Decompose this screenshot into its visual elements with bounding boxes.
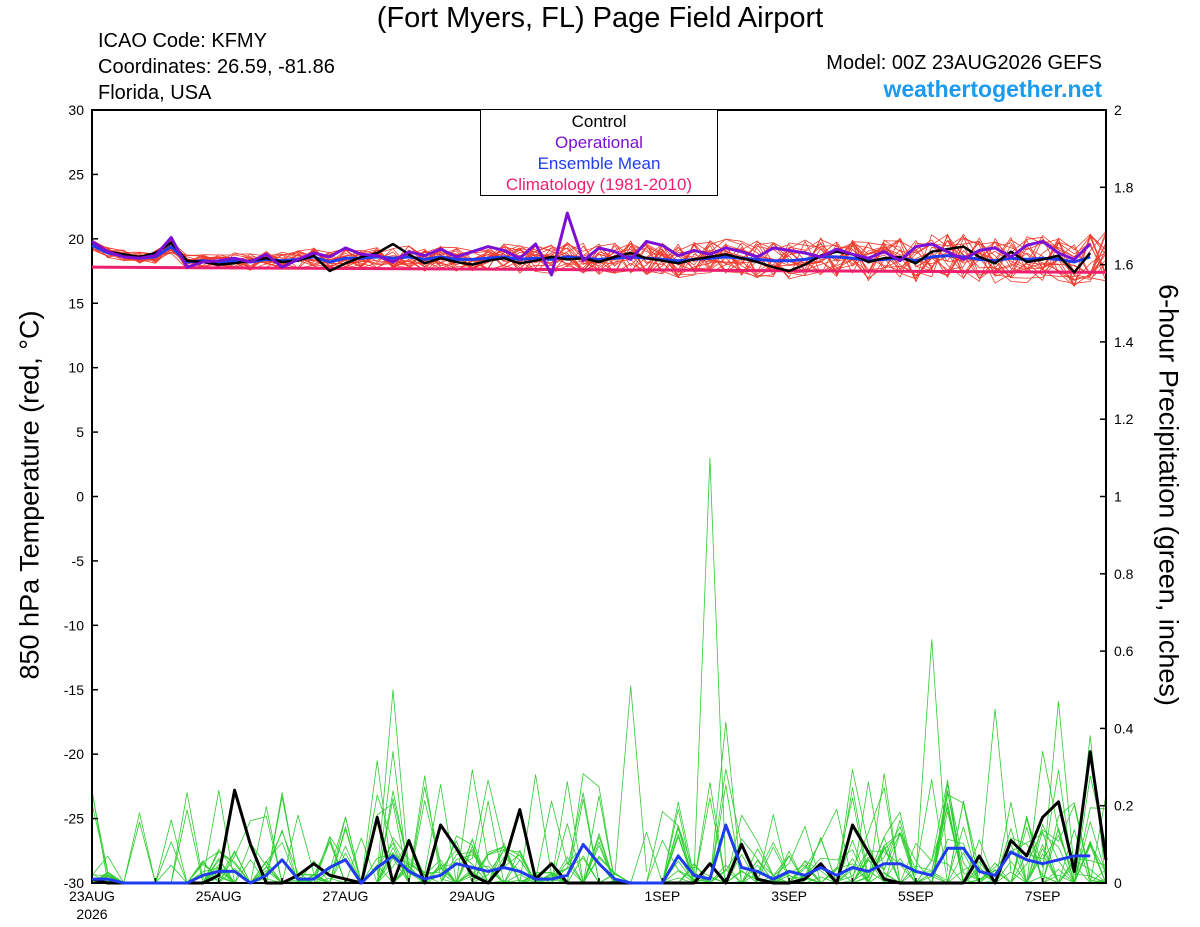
y-tick-label-right: 1 (1114, 489, 1122, 505)
y-tick-label-right: 1.4 (1114, 334, 1134, 350)
y-tick-label-left: 25 (68, 166, 84, 182)
x-tick-label: 25AUG (196, 888, 242, 904)
y-tick-label-left: 30 (68, 102, 84, 118)
y-tick-label-right: 0.6 (1114, 643, 1134, 659)
precip-member-line (91, 735, 1107, 884)
precip-member-line (91, 781, 1107, 884)
y-tick-label-left: 5 (76, 424, 84, 440)
y-tick-label-left: -15 (64, 682, 84, 698)
y-tick-label-left: 10 (68, 360, 84, 376)
y-tick-label-right: 0.4 (1114, 720, 1134, 736)
x-tick-label: 1SEP (644, 888, 680, 904)
y-tick-label-right: 1.2 (1114, 411, 1134, 427)
x-tick-sublabel: 2026 (76, 906, 107, 922)
y-tick-label-left: -20 (64, 746, 84, 762)
y-tick-label-left: -5 (72, 553, 85, 569)
y-tick-label-left: 20 (68, 231, 84, 247)
x-tick-label: 5SEP (898, 888, 934, 904)
precip-member-line (91, 779, 1107, 884)
x-tick-label: 29AUG (449, 888, 495, 904)
y-tick-label-right: 1.6 (1114, 257, 1134, 273)
y-tick-label-right: 0.8 (1114, 566, 1134, 582)
legend-operational: Operational (555, 133, 643, 152)
y-tick-label-left: -25 (64, 811, 84, 827)
main-lines (91, 211, 1108, 885)
x-tick-label: 23AUG (69, 888, 115, 904)
legend-control: Control (571, 112, 627, 131)
legend: Control Operational Ensemble Mean Climat… (480, 109, 718, 196)
y-tick-label-right: 1.8 (1114, 179, 1134, 195)
legend-ensemble-mean: Ensemble Mean (537, 154, 661, 173)
x-tick-label: 7SEP (1025, 888, 1061, 904)
x-tick-label: 27AUG (323, 888, 369, 904)
y-tick-label-left: 15 (68, 295, 84, 311)
y-tick-label-right: 0 (1114, 875, 1122, 891)
y-tick-label-right: 2 (1114, 102, 1122, 118)
legend-climatology: Climatology (1981-2010) (505, 175, 693, 194)
plot-frame (91, 109, 1107, 884)
y-tick-label-right: 0.2 (1114, 798, 1134, 814)
y-tick-label-left: 0 (76, 489, 84, 505)
x-tick-label: 3SEP (771, 888, 807, 904)
precip-member-spike (915, 639, 948, 876)
y-tick-label-left: -10 (64, 617, 84, 633)
